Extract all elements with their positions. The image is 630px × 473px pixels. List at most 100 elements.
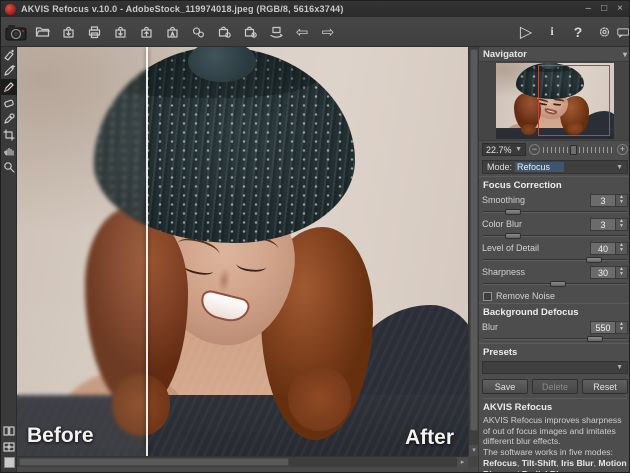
eraser-tool-icon[interactable] [1,95,17,111]
sharpness-value[interactable]: 30 [590,266,616,279]
focus-correction-header: Focus Correction [479,176,630,192]
export-presets-icon[interactable] [133,20,159,44]
blur-slider[interactable] [483,335,627,343]
vertical-scrollbar-thumb[interactable] [470,49,478,431]
window-title: AKVIS Refocus v.10.0 - AdobeStock_119974… [21,4,344,14]
hand-tool-icon[interactable] [1,143,17,159]
save-preset-button[interactable]: Save [482,379,528,394]
presets-header: Presets [479,343,630,359]
spinner-arrows-icon[interactable]: ▲▼ [616,242,628,255]
zoom-in-button[interactable]: + [617,144,628,155]
preset-dropdown[interactable]: ▼ [482,361,628,374]
undo-icon[interactable]: ⇦ [289,20,315,44]
help-icon[interactable]: ? [565,20,591,44]
share-icon[interactable] [263,20,289,44]
before-after-divider[interactable] [146,47,148,456]
chevron-down-icon: ▼ [616,164,623,171]
import-presets-icon[interactable] [107,20,133,44]
zoom-out-button[interactable]: − [529,144,540,155]
param-sharpness: Sharpness 30▲▼ [479,264,630,288]
minimize-button[interactable]: – [586,2,592,16]
about-description: AKVIS Refocus improves sharpness of out … [483,415,627,473]
crop-tool-icon[interactable] [1,127,17,143]
param-label: Color Blur [482,219,522,229]
tools-panel [1,47,17,473]
slider-handle[interactable] [586,257,602,263]
camera-logo-icon [3,20,29,44]
import-settings-icon[interactable] [211,20,237,44]
param-label: Level of Detail [482,243,539,253]
param-blur: Blur 550▲▼ [479,319,630,343]
akvis-logo-icon [5,4,16,15]
scrollbar-corner [468,456,478,467]
print-image-icon[interactable] [81,20,107,44]
color-blur-value[interactable]: 3 [590,218,616,231]
collapse-triangle-icon[interactable]: ▾ [623,50,627,59]
smoothing-value[interactable]: 3 [590,194,616,207]
param-label: Sharpness [482,267,525,277]
presets-manager-icon[interactable] [159,20,185,44]
slider-handle[interactable] [550,281,566,287]
spinner-arrows-icon[interactable]: ▲▼ [616,321,628,334]
spinner-arrows-icon[interactable]: ▲▼ [616,266,628,279]
maximize-button[interactable]: □ [601,2,607,16]
info-icon[interactable]: i [539,20,565,44]
level-of-detail-slider[interactable] [483,256,627,264]
zoom-slider[interactable] [543,144,614,156]
horizontal-scrollbar-thumb[interactable] [19,458,289,466]
sharpness-slider[interactable] [483,280,627,288]
focus-area-pencil-icon[interactable] [1,63,17,79]
about-title: AKVIS Refocus [483,398,627,415]
background-color-swatch[interactable] [4,457,15,468]
color-blur-slider[interactable] [483,232,627,240]
photo-hair [288,366,351,431]
slider-handle[interactable] [505,209,521,215]
slider-handle[interactable] [505,233,521,239]
zoom-level-dropdown[interactable]: 22.7% ▼ [482,143,526,156]
blur-value[interactable]: 550 [590,321,616,334]
slider-handle[interactable] [587,336,603,342]
reset-preset-button[interactable]: Reset [582,379,628,394]
settings-panel: Navigator ▾ 22.7% ▼ [478,47,630,473]
after-label: After [405,426,454,450]
navigator-view-frame[interactable] [538,65,610,136]
image-canvas[interactable]: Before After [17,47,468,456]
open-image-icon[interactable] [29,20,55,44]
batch-processing-icon[interactable] [185,20,211,44]
background-defocus-header: Background Defocus [479,303,630,319]
horizontal-scrollbar[interactable]: ▸ [17,456,468,467]
navigator-header: Navigator ▾ [479,47,630,61]
param-label: Smoothing [482,195,525,205]
title-bar: AKVIS Refocus v.10.0 - AdobeStock_119974… [1,1,630,17]
param-color-blur: Color Blur 3▲▼ [479,216,630,240]
defocus-area-pencil-icon[interactable] [1,111,17,127]
smoothing-slider[interactable] [483,208,627,216]
close-button[interactable]: × [617,2,623,16]
level-of-detail-value[interactable]: 40 [590,242,616,255]
split-view-vertical-icon[interactable] [1,423,17,439]
background-area-pencil-icon[interactable] [1,79,17,95]
zoom-slider-handle[interactable] [570,145,577,155]
remove-noise-checkbox[interactable] [483,292,492,301]
mode-dropdown[interactable]: Mode: Refocus ▼ [482,160,628,174]
split-view-layout-icon[interactable] [1,439,17,455]
spinner-arrows-icon[interactable]: ▲▼ [616,194,628,207]
photo-portrait [17,47,468,456]
save-image-icon[interactable] [55,20,81,44]
param-level-of-detail: Level of Detail 40▲▼ [479,240,630,264]
quick-selection-tool-icon[interactable] [1,47,17,63]
before-label: Before [27,424,94,448]
delete-preset-button[interactable]: Delete [532,379,578,394]
navigator-preview[interactable] [479,61,630,141]
zoom-tool-icon[interactable] [1,159,17,175]
run-icon[interactable]: ▷ [513,20,539,44]
feedback-chat-icon[interactable] [617,20,630,44]
preferences-gear-icon[interactable] [591,20,617,44]
param-label: Blur [482,322,498,332]
mode-label: Mode: [487,162,512,172]
vertical-scrollbar[interactable]: ▾ [468,47,478,456]
main-toolbar: ⇦ ⇨ ▷ i ? [1,17,630,47]
redo-icon[interactable]: ⇨ [315,20,341,44]
export-settings-icon[interactable] [237,20,263,44]
spinner-arrows-icon[interactable]: ▲▼ [616,218,628,231]
